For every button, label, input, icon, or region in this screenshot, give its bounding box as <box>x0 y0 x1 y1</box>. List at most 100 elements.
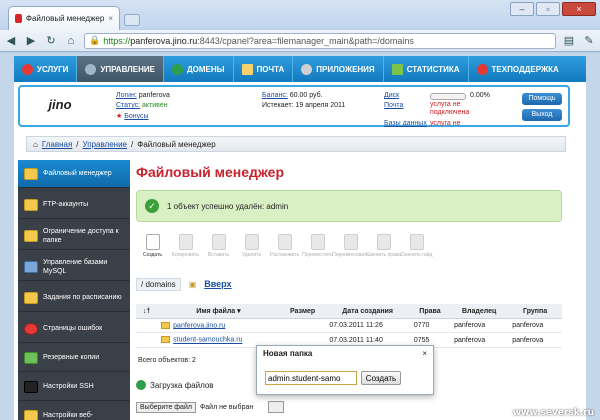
sidebar: Файловый менеджер FTP-аккаунты Ограничен… <box>18 160 130 420</box>
col-group[interactable]: Группа <box>508 304 562 319</box>
sidebar-item-ssh[interactable]: Настройки SSH <box>18 373 130 401</box>
owner-icon <box>409 234 424 250</box>
copy-icon <box>178 234 193 250</box>
dialog-header: Новая папка × <box>257 346 433 362</box>
move-button[interactable]: Переместить <box>301 234 334 270</box>
sidebar-item-mysql[interactable]: Управление базами MySQL <box>18 253 130 281</box>
sidebar-item-web[interactable]: Настройки веб- <box>18 402 130 420</box>
services-icon <box>22 63 33 75</box>
col-owner[interactable]: Владелец <box>450 304 509 319</box>
archive-icon <box>277 234 292 250</box>
breadcrumb-management[interactable]: Управление <box>83 140 127 149</box>
reload-icon[interactable]: ↻ <box>44 34 58 48</box>
col-date[interactable]: Дата создания <box>325 304 410 319</box>
close-window-button[interactable]: × <box>562 2 596 16</box>
extract-button[interactable]: Распаковать <box>268 234 301 270</box>
sidebar-item-file-manager[interactable]: Файловый менеджер <box>18 160 130 188</box>
new-file-icon <box>145 234 160 250</box>
star-icon: ★ <box>116 113 123 120</box>
clock-icon <box>24 291 38 304</box>
folder-icon <box>24 167 38 180</box>
page-menu-icon[interactable]: ▤ <box>562 34 576 48</box>
nav-domains[interactable]: ДОМЕНЫ <box>164 56 234 82</box>
col-select[interactable]: ↓† <box>136 304 158 319</box>
breadcrumb-home[interactable]: Главная <box>42 140 72 149</box>
file-name[interactable]: student-samouchka.ru <box>173 337 242 344</box>
nav-stats[interactable]: СТАТИСТИКА <box>384 56 469 82</box>
rename-button[interactable]: Переименовать <box>332 234 369 270</box>
col-perm[interactable]: Права <box>409 304 451 319</box>
new-folder-dialog: Новая папка × Создать <box>256 345 434 395</box>
forward-icon[interactable]: ▶ <box>24 34 38 48</box>
folder-icon <box>161 322 171 329</box>
chart-icon <box>391 63 403 75</box>
upload-add-button[interactable] <box>268 401 284 413</box>
delete-button[interactable]: Удалить <box>235 234 268 270</box>
nav-support[interactable]: ТЕХПОДДЕРЖКА <box>469 56 567 82</box>
rename-icon <box>343 234 358 250</box>
watermark: www.seversk.ru <box>512 408 594 418</box>
trash-icon <box>244 234 259 250</box>
sidebar-item-ftp[interactable]: FTP-аккаунты <box>18 191 130 219</box>
disk-usage-bar <box>430 93 466 100</box>
exit-button[interactable]: Выход <box>522 109 562 121</box>
folder-up-icon: ▣ <box>188 279 197 289</box>
file-name[interactable]: panferova.jino.ru <box>173 322 225 329</box>
address-bar[interactable]: 🔒 https:// panferova.jino.ru :8443/cpane… <box>84 32 556 49</box>
choose-file-button[interactable]: Выберите файл <box>136 402 196 413</box>
wrench-icon[interactable]: ✎ <box>582 34 596 48</box>
success-message: ✓ 1 объект успешно удалён: admin <box>136 190 562 222</box>
nav-mail[interactable]: ПОЧТА <box>234 56 294 82</box>
balance-row: Баланс: 60.00 руб. <box>262 92 323 99</box>
tab-close-icon[interactable]: × <box>108 14 113 23</box>
maximize-button[interactable]: ▫ <box>536 2 560 16</box>
disk-percent: 0.00% <box>470 92 490 99</box>
page-title: Файловый менеджер <box>136 164 285 180</box>
browser-toolbar: ◀ ▶ ↻ ⌂ 🔒 https:// panferova.jino.ru :84… <box>0 30 600 52</box>
dialog-close-icon[interactable]: × <box>422 349 427 359</box>
copy-button[interactable]: Копировать <box>169 234 202 270</box>
db-link[interactable]: Базы данных <box>384 120 427 127</box>
login-row: Логин: panferova <box>116 92 170 99</box>
globe-icon <box>171 63 183 75</box>
minimize-button[interactable]: – <box>510 2 534 16</box>
sidebar-item-access[interactable]: Ограничение доступа к папке <box>18 222 130 250</box>
back-icon[interactable]: ◀ <box>4 34 18 48</box>
home-icon[interactable]: ⌂ <box>64 34 78 48</box>
col-name[interactable]: Имя файла ▾ <box>157 304 280 319</box>
paste-button[interactable]: Вставить <box>202 234 235 270</box>
main-nav: УСЛУГИ УПРАВЛЕНИЕ ДОМЕНЫ ПОЧТА ПРИЛОЖЕНИ… <box>14 56 586 82</box>
permissions-button[interactable]: Сменить права <box>366 234 401 270</box>
mail-link[interactable]: Почта <box>384 102 403 109</box>
nav-management[interactable]: УПРАВЛЕНИЕ <box>77 56 164 82</box>
nav-apps[interactable]: ПРИЛОЖЕНИЯ <box>293 56 384 82</box>
nav-services[interactable]: УСЛУГИ <box>14 56 78 82</box>
new-tab-button[interactable] <box>124 14 140 26</box>
sidebar-item-backup[interactable]: Резервные копии <box>18 344 130 372</box>
folder-lock-icon <box>24 229 38 242</box>
no-file-label: Файл не выбран <box>199 404 254 411</box>
sidebar-item-errors[interactable]: Страницы ошибок <box>18 315 130 343</box>
jino-logo: jino <box>48 97 72 112</box>
bonus-row: ★ Бонусы <box>116 113 149 120</box>
disk-link[interactable]: Диск <box>384 92 399 99</box>
lifebuoy-icon <box>476 63 488 75</box>
home-icon: ⌂ <box>33 139 38 149</box>
upload-icon <box>136 380 146 390</box>
folder-name-input[interactable] <box>265 371 357 385</box>
file-table: ↓† Имя файла ▾ Размер Дата создания Прав… <box>136 304 562 348</box>
url-host: panferova.jino.ru <box>130 35 198 46</box>
col-size[interactable]: Размер <box>279 304 326 319</box>
create-button[interactable]: Создать <box>136 234 169 270</box>
apps-icon <box>301 63 313 75</box>
db-status: услуга не <box>430 120 461 127</box>
breadcrumb: ⌂ Главная / Управление / Файловый менедж… <box>26 136 566 152</box>
table-row[interactable]: panferova.jino.ru 07.03.2011 11:26 0770 … <box>136 318 562 334</box>
owner-button[interactable]: Сменить гайд <box>400 234 433 270</box>
browser-tab[interactable]: Файловый менеджер × <box>8 6 120 30</box>
up-link[interactable]: Вверх <box>204 279 231 289</box>
help-button[interactable]: Помощь <box>522 93 562 105</box>
create-folder-button[interactable]: Создать <box>361 371 401 385</box>
sidebar-item-cron[interactable]: Задания по расписанию <box>18 284 130 312</box>
database-icon <box>24 260 38 273</box>
